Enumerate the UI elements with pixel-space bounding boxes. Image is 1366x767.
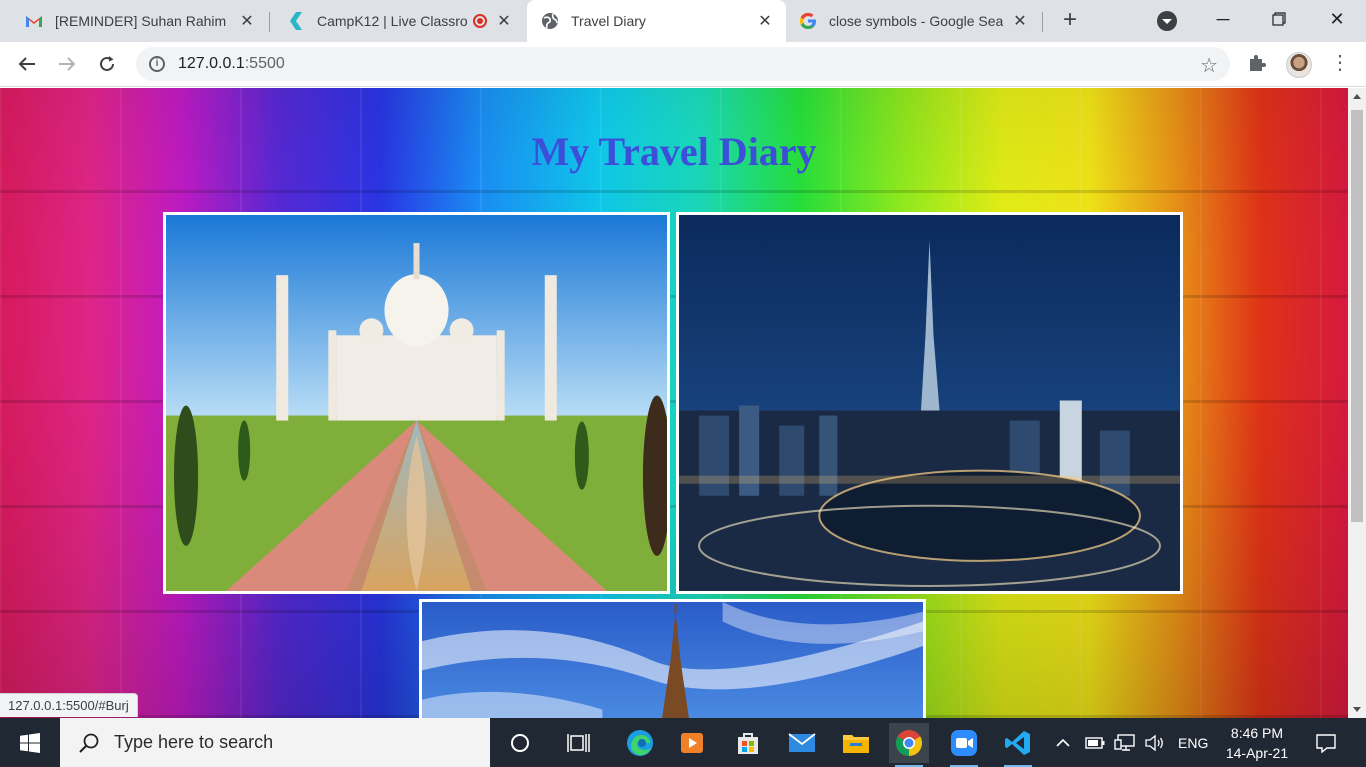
reload-button[interactable] [93, 50, 121, 78]
back-button[interactable] [13, 50, 41, 78]
close-icon[interactable]: ✕ [1011, 12, 1029, 30]
eiffel-tower-image [422, 602, 923, 718]
taj-mahal-photo[interactable] [163, 212, 670, 594]
system-clock[interactable]: 8:46 PM 14-Apr-21 [1217, 723, 1297, 763]
tab-title: close symbols - Google Search [829, 13, 1003, 29]
video-player-icon[interactable] [672, 723, 712, 763]
menu-kebab-icon[interactable]: ⋮ [1330, 53, 1350, 75]
gmail-icon [25, 12, 43, 30]
mail-icon[interactable] [782, 723, 822, 763]
chrome-icon[interactable] [889, 723, 929, 767]
battery-icon[interactable] [1085, 718, 1105, 767]
show-hidden-icons-icon[interactable] [1055, 718, 1071, 767]
clock-date: 14-Apr-21 [1225, 745, 1289, 761]
restore-button[interactable] [1250, 0, 1308, 38]
search-icon [78, 732, 100, 754]
volume-icon[interactable] [1144, 718, 1166, 767]
task-view-icon[interactable] [559, 723, 599, 763]
edge-icon[interactable] [620, 723, 660, 763]
tab-separator [1042, 12, 1043, 32]
tab-gmail[interactable]: [REMINDER] Suhan Rahim ✕ [0, 0, 268, 42]
tab-title: Travel Diary [571, 13, 646, 29]
store-icon[interactable] [728, 723, 768, 763]
close-icon[interactable]: ✕ [495, 12, 513, 30]
windows-taskbar: Type here to search ENG 8:46 PM 14-Apr-2… [0, 718, 1366, 767]
page-scrollbar[interactable] [1348, 88, 1366, 718]
recording-icon [473, 14, 487, 28]
taskbar-search-box[interactable]: Type here to search [60, 718, 490, 767]
tab-strip: [REMINDER] Suhan Rahim ✕ CampK12 | Live … [0, 0, 1366, 42]
bookmark-star-icon[interactable]: ☆ [1200, 53, 1218, 78]
new-tab-button[interactable]: + [1058, 8, 1082, 33]
page-title: My Travel Diary [531, 129, 817, 174]
language-indicator[interactable]: ENG [1178, 718, 1208, 767]
tab-search-icon[interactable] [1157, 11, 1177, 31]
windows-start-icon[interactable] [0, 718, 60, 767]
globe-icon [541, 12, 559, 30]
link-status-bar: 127.0.0.1:5500/#Burj [0, 693, 138, 717]
site-info-icon[interactable]: i [149, 56, 165, 72]
tab-title: [REMINDER] Suhan Rahim [55, 13, 227, 29]
tab-google-search[interactable]: close symbols - Google Search ✕ [787, 0, 1041, 42]
search-placeholder: Type here to search [114, 732, 274, 752]
browser-toolbar: i 127.0.0.1:5500 ☆ [0, 42, 1366, 87]
close-window-button[interactable]: ✕ [1308, 0, 1366, 38]
forward-button[interactable] [53, 50, 81, 78]
burj-khalifa-image [679, 215, 1180, 591]
google-icon [799, 12, 817, 30]
zoom-icon[interactable] [944, 723, 984, 767]
campk12-icon [287, 12, 305, 30]
notifications-icon[interactable] [1306, 718, 1346, 767]
network-icon[interactable] [1114, 718, 1136, 767]
profile-avatar[interactable] [1286, 52, 1312, 78]
vscode-icon[interactable] [998, 723, 1038, 767]
address-bar[interactable]: i 127.0.0.1:5500 ☆ [136, 47, 1230, 81]
tab-title: CampK12 | Live Classroom [317, 13, 467, 29]
taj-mahal-image [166, 215, 667, 591]
close-icon[interactable]: ✕ [238, 12, 256, 30]
tab-campk12[interactable]: CampK12 | Live Classroom ✕ [262, 0, 526, 42]
minimize-button[interactable]: ─ [1194, 0, 1252, 38]
address-url: 127.0.0.1:5500 [178, 55, 285, 72]
extensions-icon[interactable] [1247, 53, 1269, 75]
tab-travel-diary[interactable]: Travel Diary ✕ [527, 0, 786, 42]
cortana-icon[interactable] [500, 723, 540, 763]
eiffel-tower-photo[interactable] [419, 599, 926, 718]
scroll-up-icon[interactable] [1353, 94, 1361, 99]
clock-time: 8:46 PM [1230, 725, 1284, 741]
close-icon[interactable]: ✕ [756, 12, 774, 30]
burj-khalifa-photo[interactable] [676, 212, 1183, 594]
page-viewport: My Travel Diary [0, 88, 1348, 718]
scroll-down-icon[interactable] [1353, 707, 1361, 712]
file-explorer-icon[interactable] [836, 723, 876, 763]
scrollbar-thumb[interactable] [1351, 110, 1363, 522]
